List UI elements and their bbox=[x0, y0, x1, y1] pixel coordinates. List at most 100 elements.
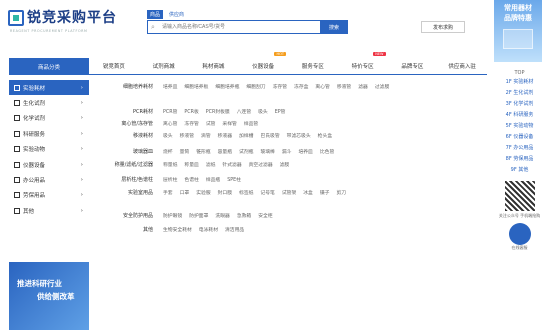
search-tab-products[interactable]: 商品 bbox=[147, 10, 164, 19]
floor-nav-item[interactable]: 9F 其他 bbox=[497, 166, 542, 175]
category-link[interactable]: 细胞培养板 bbox=[184, 83, 208, 108]
sidebar-item-office[interactable]: 办公用品 › bbox=[9, 172, 89, 187]
category-link[interactable]: 手套 bbox=[163, 189, 173, 212]
category-link[interactable]: 冰盒 bbox=[303, 189, 313, 212]
category-row-label[interactable]: 玻璃器皿 bbox=[100, 148, 163, 161]
category-link[interactable]: 量筒 bbox=[180, 148, 190, 161]
category-link[interactable]: 移液管 bbox=[180, 132, 194, 148]
category-link[interactable]: PCR板 bbox=[184, 108, 198, 120]
category-link[interactable]: 枪头盒 bbox=[318, 132, 332, 148]
category-link[interactable]: 滤膜 bbox=[280, 161, 290, 176]
sidebar-item-consumables[interactable]: 实验耗材 › bbox=[9, 80, 89, 96]
nav-item-services[interactable]: 服务专区 bbox=[288, 58, 338, 74]
category-row-label[interactable]: 离心管/冻存管 bbox=[100, 120, 163, 132]
category-link[interactable]: 剪刀 bbox=[336, 189, 346, 212]
category-link[interactable]: 玻璃棒 bbox=[260, 148, 274, 161]
search-input[interactable] bbox=[158, 21, 346, 33]
category-link[interactable]: 镊子 bbox=[320, 189, 330, 212]
floor-nav-item[interactable]: 6F 仪器设备 bbox=[497, 133, 542, 142]
category-link[interactable]: EP管 bbox=[275, 108, 286, 120]
category-link[interactable]: 采样管 bbox=[222, 120, 236, 132]
category-link[interactable]: 试管 bbox=[206, 120, 216, 132]
publish-request-button[interactable]: 发布求购 bbox=[421, 21, 465, 33]
category-row-label[interactable]: 移液耗材 bbox=[100, 132, 163, 148]
floor-nav-item[interactable]: 1F 实验耗材 bbox=[497, 78, 542, 87]
category-link[interactable]: 针式滤器 bbox=[222, 161, 241, 176]
category-link[interactable]: 过滤膜 bbox=[375, 83, 389, 108]
category-link[interactable]: 急救箱 bbox=[237, 212, 251, 226]
category-row-label[interactable]: 层析柱/色谱柱 bbox=[100, 176, 163, 189]
search-tab-suppliers[interactable]: 供应商 bbox=[166, 10, 187, 19]
category-link[interactable]: 漏斗 bbox=[282, 148, 292, 161]
category-link[interactable]: 实验服 bbox=[196, 189, 210, 212]
category-link[interactable]: 防护眼镜 bbox=[163, 212, 182, 226]
nav-item-brands[interactable]: 品牌专区 bbox=[388, 58, 438, 74]
category-link[interactable]: 细胞刮刀 bbox=[246, 83, 265, 108]
category-link[interactable]: 滴管 bbox=[201, 132, 211, 148]
category-row-label[interactable]: 细胞培养耗材 bbox=[100, 83, 163, 108]
category-link[interactable]: 巴氏吸管 bbox=[260, 132, 279, 148]
category-row-label[interactable]: 称量/滤纸/过滤器 bbox=[100, 161, 163, 176]
floor-nav-item[interactable]: 7F 办公用品 bbox=[497, 144, 542, 153]
category-link[interactable]: 培养皿 bbox=[298, 148, 312, 161]
category-link[interactable]: 移液器 bbox=[218, 132, 232, 148]
floor-nav-item[interactable]: 3F 化学试剂 bbox=[497, 100, 542, 109]
category-link[interactable]: PCR管 bbox=[163, 108, 177, 120]
category-link[interactable]: 烧杯 bbox=[163, 148, 173, 161]
floor-nav-item[interactable]: 4F 科研服务 bbox=[497, 111, 542, 120]
logo[interactable]: 锐竞采购平台 bbox=[8, 10, 117, 26]
customer-service-icon[interactable] bbox=[508, 223, 531, 245]
floor-nav-item[interactable]: 5F 实验动物 bbox=[497, 122, 542, 131]
category-link[interactable]: 真空过滤器 bbox=[249, 161, 273, 176]
category-link[interactable]: 试剂瓶 bbox=[239, 148, 253, 161]
category-row-label[interactable]: PCR耗材 bbox=[100, 108, 163, 120]
category-link[interactable]: 吸头 bbox=[163, 132, 173, 148]
sidebar-item-instruments[interactable]: 仪器设备 › bbox=[9, 157, 89, 172]
ad-banner[interactable]: 常用器材 品牌特惠 bbox=[494, 0, 542, 62]
category-link[interactable]: 层析柱 bbox=[163, 176, 177, 189]
category-link[interactable]: 封口膜 bbox=[218, 189, 232, 212]
category-link[interactable]: 吸头 bbox=[258, 108, 268, 120]
nav-item-reagents[interactable]: 试剂商城 bbox=[139, 58, 189, 74]
category-link[interactable]: 安全柜 bbox=[258, 212, 272, 226]
category-row-label[interactable]: 安全防护用品 bbox=[100, 212, 163, 226]
sidebar-item-chemical[interactable]: 化学试剂 › bbox=[9, 111, 89, 126]
category-link[interactable]: 比色管 bbox=[320, 148, 334, 161]
category-link[interactable]: 样品瓶 bbox=[206, 176, 220, 189]
category-link[interactable]: 清洁用品 bbox=[225, 226, 244, 240]
category-link[interactable]: 称量纸 bbox=[163, 161, 177, 176]
sidebar-item-research-services[interactable]: 科研服务 › bbox=[9, 126, 89, 141]
category-row-label[interactable]: 其他 bbox=[100, 226, 163, 240]
sidebar-item-safety[interactable]: 劳保用品 › bbox=[9, 188, 89, 203]
category-link[interactable]: 滤器 bbox=[358, 83, 368, 108]
category-link[interactable]: 色谱柱 bbox=[184, 176, 198, 189]
category-link[interactable]: 洗眼器 bbox=[215, 212, 229, 226]
category-link[interactable]: 试管架 bbox=[282, 189, 296, 212]
category-link[interactable]: SPE柱 bbox=[227, 176, 241, 189]
nav-item-instruments[interactable]: 仪器设备 HOT bbox=[238, 52, 288, 74]
category-link[interactable]: 口罩 bbox=[180, 189, 190, 212]
category-link[interactable]: 培养皿 bbox=[163, 83, 177, 108]
nav-item-consumables[interactable]: 耗材商城 bbox=[189, 58, 239, 74]
category-link[interactable]: 离心管 bbox=[163, 120, 177, 132]
category-link[interactable]: 冻存管 bbox=[273, 83, 287, 108]
category-link[interactable]: 容量瓶 bbox=[218, 148, 232, 161]
category-link[interactable]: 锥形瓶 bbox=[196, 148, 210, 161]
category-link[interactable]: 移液管 bbox=[337, 83, 351, 108]
category-link[interactable]: 冻存盒 bbox=[294, 83, 308, 108]
promo-banner[interactable]: 推进科研行业 供给侧改革 bbox=[9, 262, 89, 330]
category-link[interactable]: 电泳耗材 bbox=[199, 226, 218, 240]
category-link[interactable]: 冻存管 bbox=[184, 120, 198, 132]
nav-item-deals[interactable]: 特价专区 NEW bbox=[338, 52, 388, 74]
category-link[interactable]: 生物安全耗材 bbox=[163, 226, 192, 240]
category-link[interactable]: 八连管 bbox=[237, 108, 251, 120]
category-link[interactable]: 防护面罩 bbox=[189, 212, 208, 226]
category-link[interactable]: 滤纸 bbox=[206, 161, 216, 176]
sidebar-item-biochem[interactable]: 生化试剂 › bbox=[9, 95, 89, 110]
floor-nav-item[interactable]: 8F 劳保用品 bbox=[497, 155, 542, 164]
category-link[interactable]: 标签纸 bbox=[239, 189, 253, 212]
back-to-top[interactable]: TOP bbox=[497, 70, 542, 76]
category-link[interactable]: 样品管 bbox=[244, 120, 258, 132]
floor-nav-item[interactable]: 2F 生化试剂 bbox=[497, 89, 542, 98]
sidebar-item-other[interactable]: 其他 › bbox=[9, 203, 89, 218]
